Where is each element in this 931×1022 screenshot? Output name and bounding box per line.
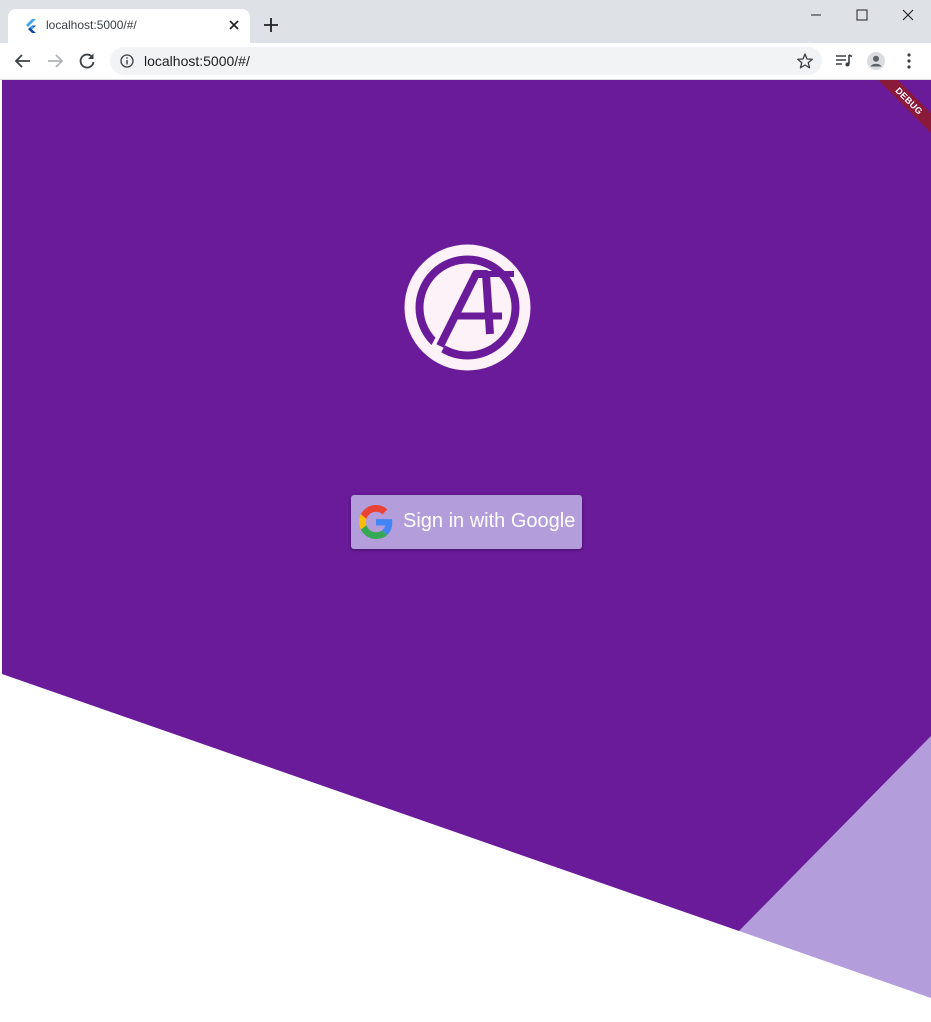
info-icon[interactable] — [120, 54, 134, 68]
forward-icon[interactable] — [45, 51, 65, 71]
maximize-button[interactable] — [839, 0, 885, 30]
google-g-icon — [359, 505, 393, 539]
browser-tab[interactable]: localhost:5000/#/ — [8, 9, 250, 43]
minimize-button[interactable] — [793, 0, 839, 30]
close-window-button[interactable] — [885, 0, 931, 30]
minimize-icon — [811, 14, 821, 16]
reload-icon[interactable] — [77, 51, 97, 71]
address-bar[interactable]: localhost:5000/#/ — [110, 47, 822, 75]
new-tab-icon[interactable] — [262, 16, 280, 34]
maximize-icon — [856, 9, 868, 21]
back-icon[interactable] — [13, 51, 33, 71]
profile-avatar-icon[interactable] — [866, 51, 886, 71]
google-sign-in-label: Sign in with Google — [403, 510, 576, 532]
browser-title-bar: localhost:5000/#/ — [0, 0, 931, 43]
close-icon — [902, 9, 914, 21]
close-tab-icon[interactable] — [226, 17, 242, 33]
more-menu-icon[interactable] — [899, 51, 919, 71]
app-logo — [404, 244, 531, 371]
tab-title: localhost:5000/#/ — [46, 18, 137, 32]
bookmark-star-icon[interactable] — [796, 52, 814, 70]
url-text[interactable]: localhost:5000/#/ — [144, 53, 250, 69]
google-sign-in-button[interactable]: Sign in with Google — [351, 495, 582, 549]
browser-toolbar: localhost:5000/#/ — [0, 43, 931, 80]
background-shapes — [2, 80, 931, 998]
media-control-icon[interactable] — [834, 51, 854, 71]
flutter-icon — [26, 19, 36, 33]
app-viewport: DEBUG Sign in with Google — [2, 80, 931, 1022]
